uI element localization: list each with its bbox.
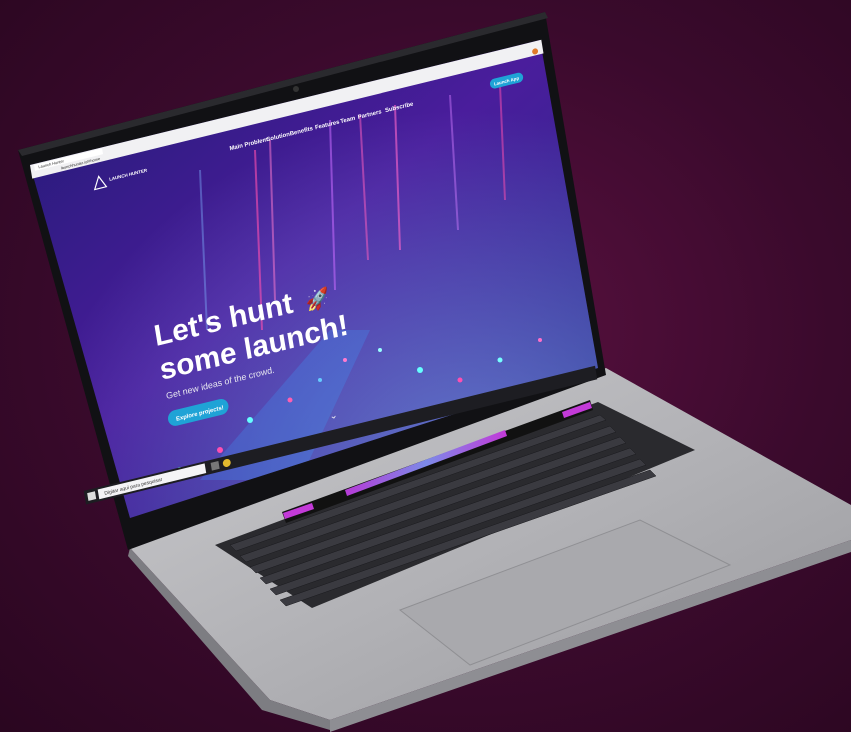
chevron-down-icon[interactable]: ⌄ bbox=[329, 410, 339, 423]
laptop-scene: Launch Hunter launchhunter.io/#home LAUN… bbox=[18, 12, 851, 732]
camera-icon bbox=[293, 86, 299, 92]
